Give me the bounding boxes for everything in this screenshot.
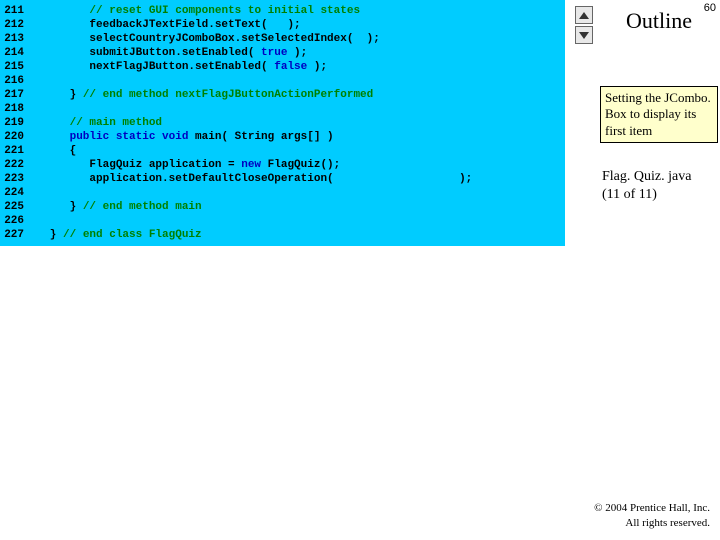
- line-number: 218: [0, 102, 30, 116]
- code-text: } // end method nextFlagJButtonActionPer…: [30, 88, 565, 102]
- chevron-down-icon: [579, 32, 589, 39]
- line-number: 214: [0, 46, 30, 60]
- line-number: 213: [0, 32, 30, 46]
- code-text: feedbackJTextField.setText( );: [30, 18, 565, 32]
- file-label: Flag. Quiz. java (11 of 11): [602, 168, 691, 203]
- line-number: 215: [0, 60, 30, 74]
- line-number: 220: [0, 130, 30, 144]
- code-text: application.setDefaultCloseOperation( );: [30, 172, 565, 186]
- code-line: 213 selectCountryJComboBox.setSelectedIn…: [0, 32, 565, 46]
- copyright-line-1: © 2004 Prentice Hall, Inc.: [594, 501, 710, 515]
- code-line: 212 feedbackJTextField.setText( );: [0, 18, 565, 32]
- code-line: 215 nextFlagJButton.setEnabled( false );: [0, 60, 565, 74]
- callout-note: Setting the JCombo. Box to display its f…: [600, 86, 718, 143]
- code-line: 224: [0, 186, 565, 200]
- code-text: } // end method main: [30, 200, 565, 214]
- line-number: 227: [0, 228, 30, 242]
- code-line: 216: [0, 74, 565, 88]
- slide-number: 60: [704, 2, 716, 14]
- code-text: [30, 74, 565, 88]
- code-text: [30, 102, 565, 116]
- code-text: submitJButton.setEnabled( true );: [30, 46, 565, 60]
- line-number: 212: [0, 18, 30, 32]
- line-number: 225: [0, 200, 30, 214]
- file-part: (11 of 11): [602, 186, 691, 204]
- code-line: 211 // reset GUI components to initial s…: [0, 4, 565, 18]
- line-number: 216: [0, 74, 30, 88]
- code-text: selectCountryJComboBox.setSelectedIndex(…: [30, 32, 565, 46]
- code-line: 222 FlagQuiz application = new FlagQuiz(…: [0, 158, 565, 172]
- code-line: 226: [0, 214, 565, 228]
- file-name: Flag. Quiz. java: [602, 168, 691, 186]
- code-line: 218: [0, 102, 565, 116]
- code-text: nextFlagJButton.setEnabled( false );: [30, 60, 565, 74]
- line-number: 224: [0, 186, 30, 200]
- code-text: } // end class FlagQuiz: [30, 228, 565, 242]
- code-text: [30, 214, 565, 228]
- code-panel: 211 // reset GUI components to initial s…: [0, 0, 565, 246]
- nav-arrows: [575, 6, 593, 44]
- nav-down-button[interactable]: [575, 26, 593, 44]
- nav-up-button[interactable]: [575, 6, 593, 24]
- code-text: // reset GUI components to initial state…: [30, 4, 565, 18]
- code-line: 219 // main method: [0, 116, 565, 130]
- line-number: 223: [0, 172, 30, 186]
- code-line: 220 public static void main( String args…: [0, 130, 565, 144]
- chevron-up-icon: [579, 12, 589, 19]
- code-text: public static void main( String args[] ): [30, 130, 565, 144]
- line-number: 211: [0, 4, 30, 18]
- code-text: [30, 186, 565, 200]
- code-line: 217 } // end method nextFlagJButtonActio…: [0, 88, 565, 102]
- line-number: 222: [0, 158, 30, 172]
- line-number: 219: [0, 116, 30, 130]
- code-line: 214 submitJButton.setEnabled( true );: [0, 46, 565, 60]
- line-number: 221: [0, 144, 30, 158]
- line-number: 226: [0, 214, 30, 228]
- line-number: 217: [0, 88, 30, 102]
- code-text: // main method: [30, 116, 565, 130]
- code-text: FlagQuiz application = new FlagQuiz();: [30, 158, 565, 172]
- copyright-line-2: All rights reserved.: [594, 516, 710, 530]
- code-line: 223 application.setDefaultCloseOperation…: [0, 172, 565, 186]
- code-text: {: [30, 144, 565, 158]
- code-line: 227 } // end class FlagQuiz: [0, 228, 565, 242]
- outline-heading: Outline: [626, 8, 692, 34]
- code-line: 221 {: [0, 144, 565, 158]
- copyright: © 2004 Prentice Hall, Inc. All rights re…: [594, 501, 710, 530]
- code-line: 225 } // end method main: [0, 200, 565, 214]
